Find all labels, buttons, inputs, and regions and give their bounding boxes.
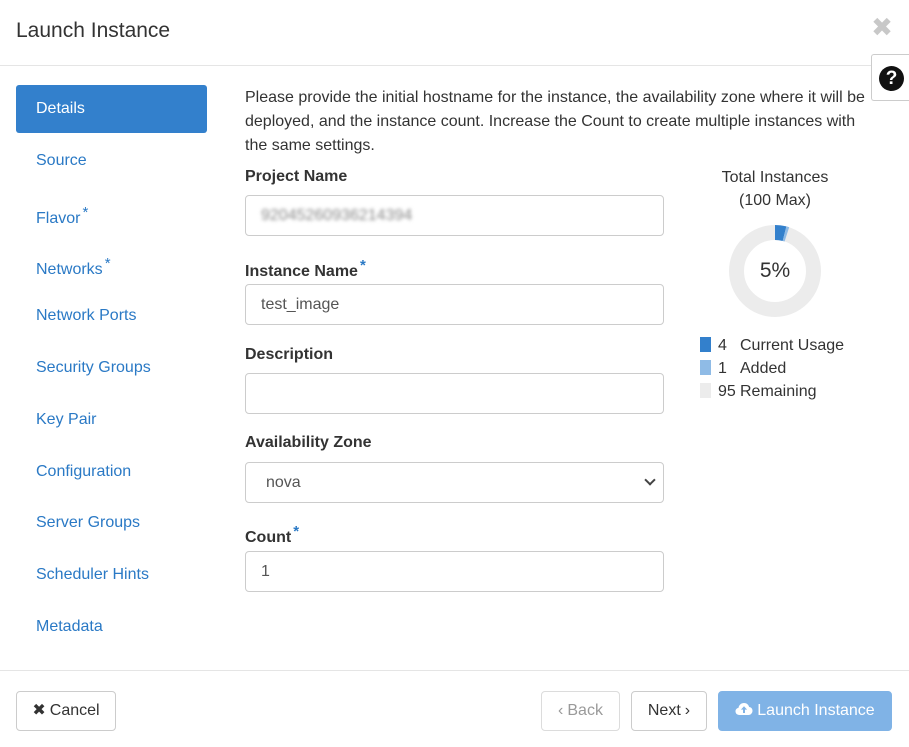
required-marker: * (82, 203, 89, 221)
wizard-nav: Details Source Flavor * Networks * Network… (16, 85, 207, 654)
legend-swatch (700, 337, 711, 352)
nav-item-configuration[interactable]: Configuration (16, 447, 207, 496)
nav-item-label: Networks (36, 261, 103, 279)
quota-percent: 5% (759, 259, 791, 282)
nav-item-source[interactable]: Source (16, 136, 207, 185)
availability-zone-select[interactable]: nova (245, 462, 664, 503)
modal-footer: ✖ Cancel ‹ Back Next › Launch Instance (0, 670, 909, 747)
project-name-label: Project Name (245, 168, 348, 185)
nav-item-network-ports[interactable]: Network Ports (16, 291, 207, 340)
legend-label: Current Usage (740, 337, 845, 354)
legend-item: 95 Remaining (700, 380, 844, 403)
instance-name-label-row: Instance Name * (245, 257, 366, 281)
quota-title-line2: (100 Max) (738, 192, 812, 209)
nav-item-label: Metadata (36, 617, 103, 635)
required-marker: * (104, 255, 111, 273)
description-label: Description (245, 346, 334, 363)
legend-value: 1 (718, 360, 727, 377)
question-circle-icon: ? (879, 66, 904, 91)
project-name-value: 92045260936214394 (261, 207, 413, 224)
nav-item-label: Security Groups (36, 358, 151, 376)
nav-item-label: Source (36, 151, 87, 169)
help-button[interactable]: ? (871, 54, 909, 101)
required-marker: * (293, 523, 300, 540)
nav-item-label: Network Ports (36, 307, 137, 325)
project-name-field[interactable]: 92045260936214394 (245, 195, 664, 236)
cancel-label: Cancel (49, 702, 100, 719)
back-label: Back (567, 702, 603, 719)
chevron-down-icon (644, 474, 656, 486)
count-field[interactable] (245, 551, 664, 592)
legend-swatch (700, 360, 711, 375)
back-button[interactable]: ‹ Back (541, 691, 620, 731)
quota-title-line1: Total Instances (721, 169, 829, 186)
legend-swatch (700, 383, 711, 398)
legend-label: Remaining (740, 383, 817, 400)
chevron-left-icon: ‹ (558, 702, 564, 719)
nav-item-metadata[interactable]: Metadata (16, 602, 207, 651)
instance-name-label: Instance Name (245, 263, 358, 280)
nav-item-details[interactable]: Details (16, 85, 207, 133)
legend-item: 1 Added (700, 357, 844, 380)
launch-instance-button[interactable]: Launch Instance (718, 691, 892, 731)
instance-name-field[interactable] (245, 284, 664, 325)
nav-item-flavor[interactable]: Flavor * (16, 188, 207, 237)
chevron-right-icon: › (684, 702, 691, 719)
nav-item-key-pair[interactable]: Key Pair (16, 395, 207, 444)
cancel-button[interactable]: ✖ Cancel (16, 691, 116, 731)
legend-value: 95 (718, 383, 736, 400)
modal-title: Launch Instance (16, 19, 171, 42)
close-icon: ✖ (32, 702, 46, 719)
legend-label: Added (740, 360, 787, 377)
nav-item-security-groups[interactable]: Security Groups (16, 343, 207, 392)
nav-item-label: Configuration (36, 462, 132, 480)
quota-title: Total Instances (100 Max) (700, 166, 850, 212)
close-icon[interactable]: ✖ (871, 14, 893, 40)
count-label: Count (245, 529, 292, 546)
nav-item-scheduler-hints[interactable]: Scheduler Hints (16, 550, 207, 599)
nav-item-label: Server Groups (36, 514, 141, 532)
nav-item-label: Details (36, 100, 85, 117)
next-button[interactable]: Next › (631, 691, 707, 731)
nav-item-networks[interactable]: Networks * (16, 239, 207, 288)
legend-item: 4 Current Usage (700, 334, 844, 357)
availability-zone-label: Availability Zone (245, 434, 372, 451)
cloud-upload-icon (735, 703, 753, 715)
count-label-row: Count * (245, 523, 299, 547)
required-marker: * (359, 257, 366, 274)
launch-label: Launch Instance (757, 702, 875, 719)
step-description: Please provide the initial hostname for … (245, 89, 865, 154)
availability-zone-value: nova (266, 474, 301, 491)
nav-item-server-groups[interactable]: Server Groups (16, 498, 207, 547)
nav-item-label: Key Pair (36, 410, 97, 428)
modal-header: Launch Instance (0, 0, 909, 66)
description-field[interactable] (245, 373, 664, 414)
nav-item-label: Flavor (36, 209, 81, 227)
nav-item-label: Scheduler Hints (36, 566, 149, 584)
quota-legend: 4 Current Usage 1 Added 95 Remaining (700, 334, 844, 403)
next-label: Next (647, 702, 681, 719)
legend-value: 4 (718, 337, 727, 354)
